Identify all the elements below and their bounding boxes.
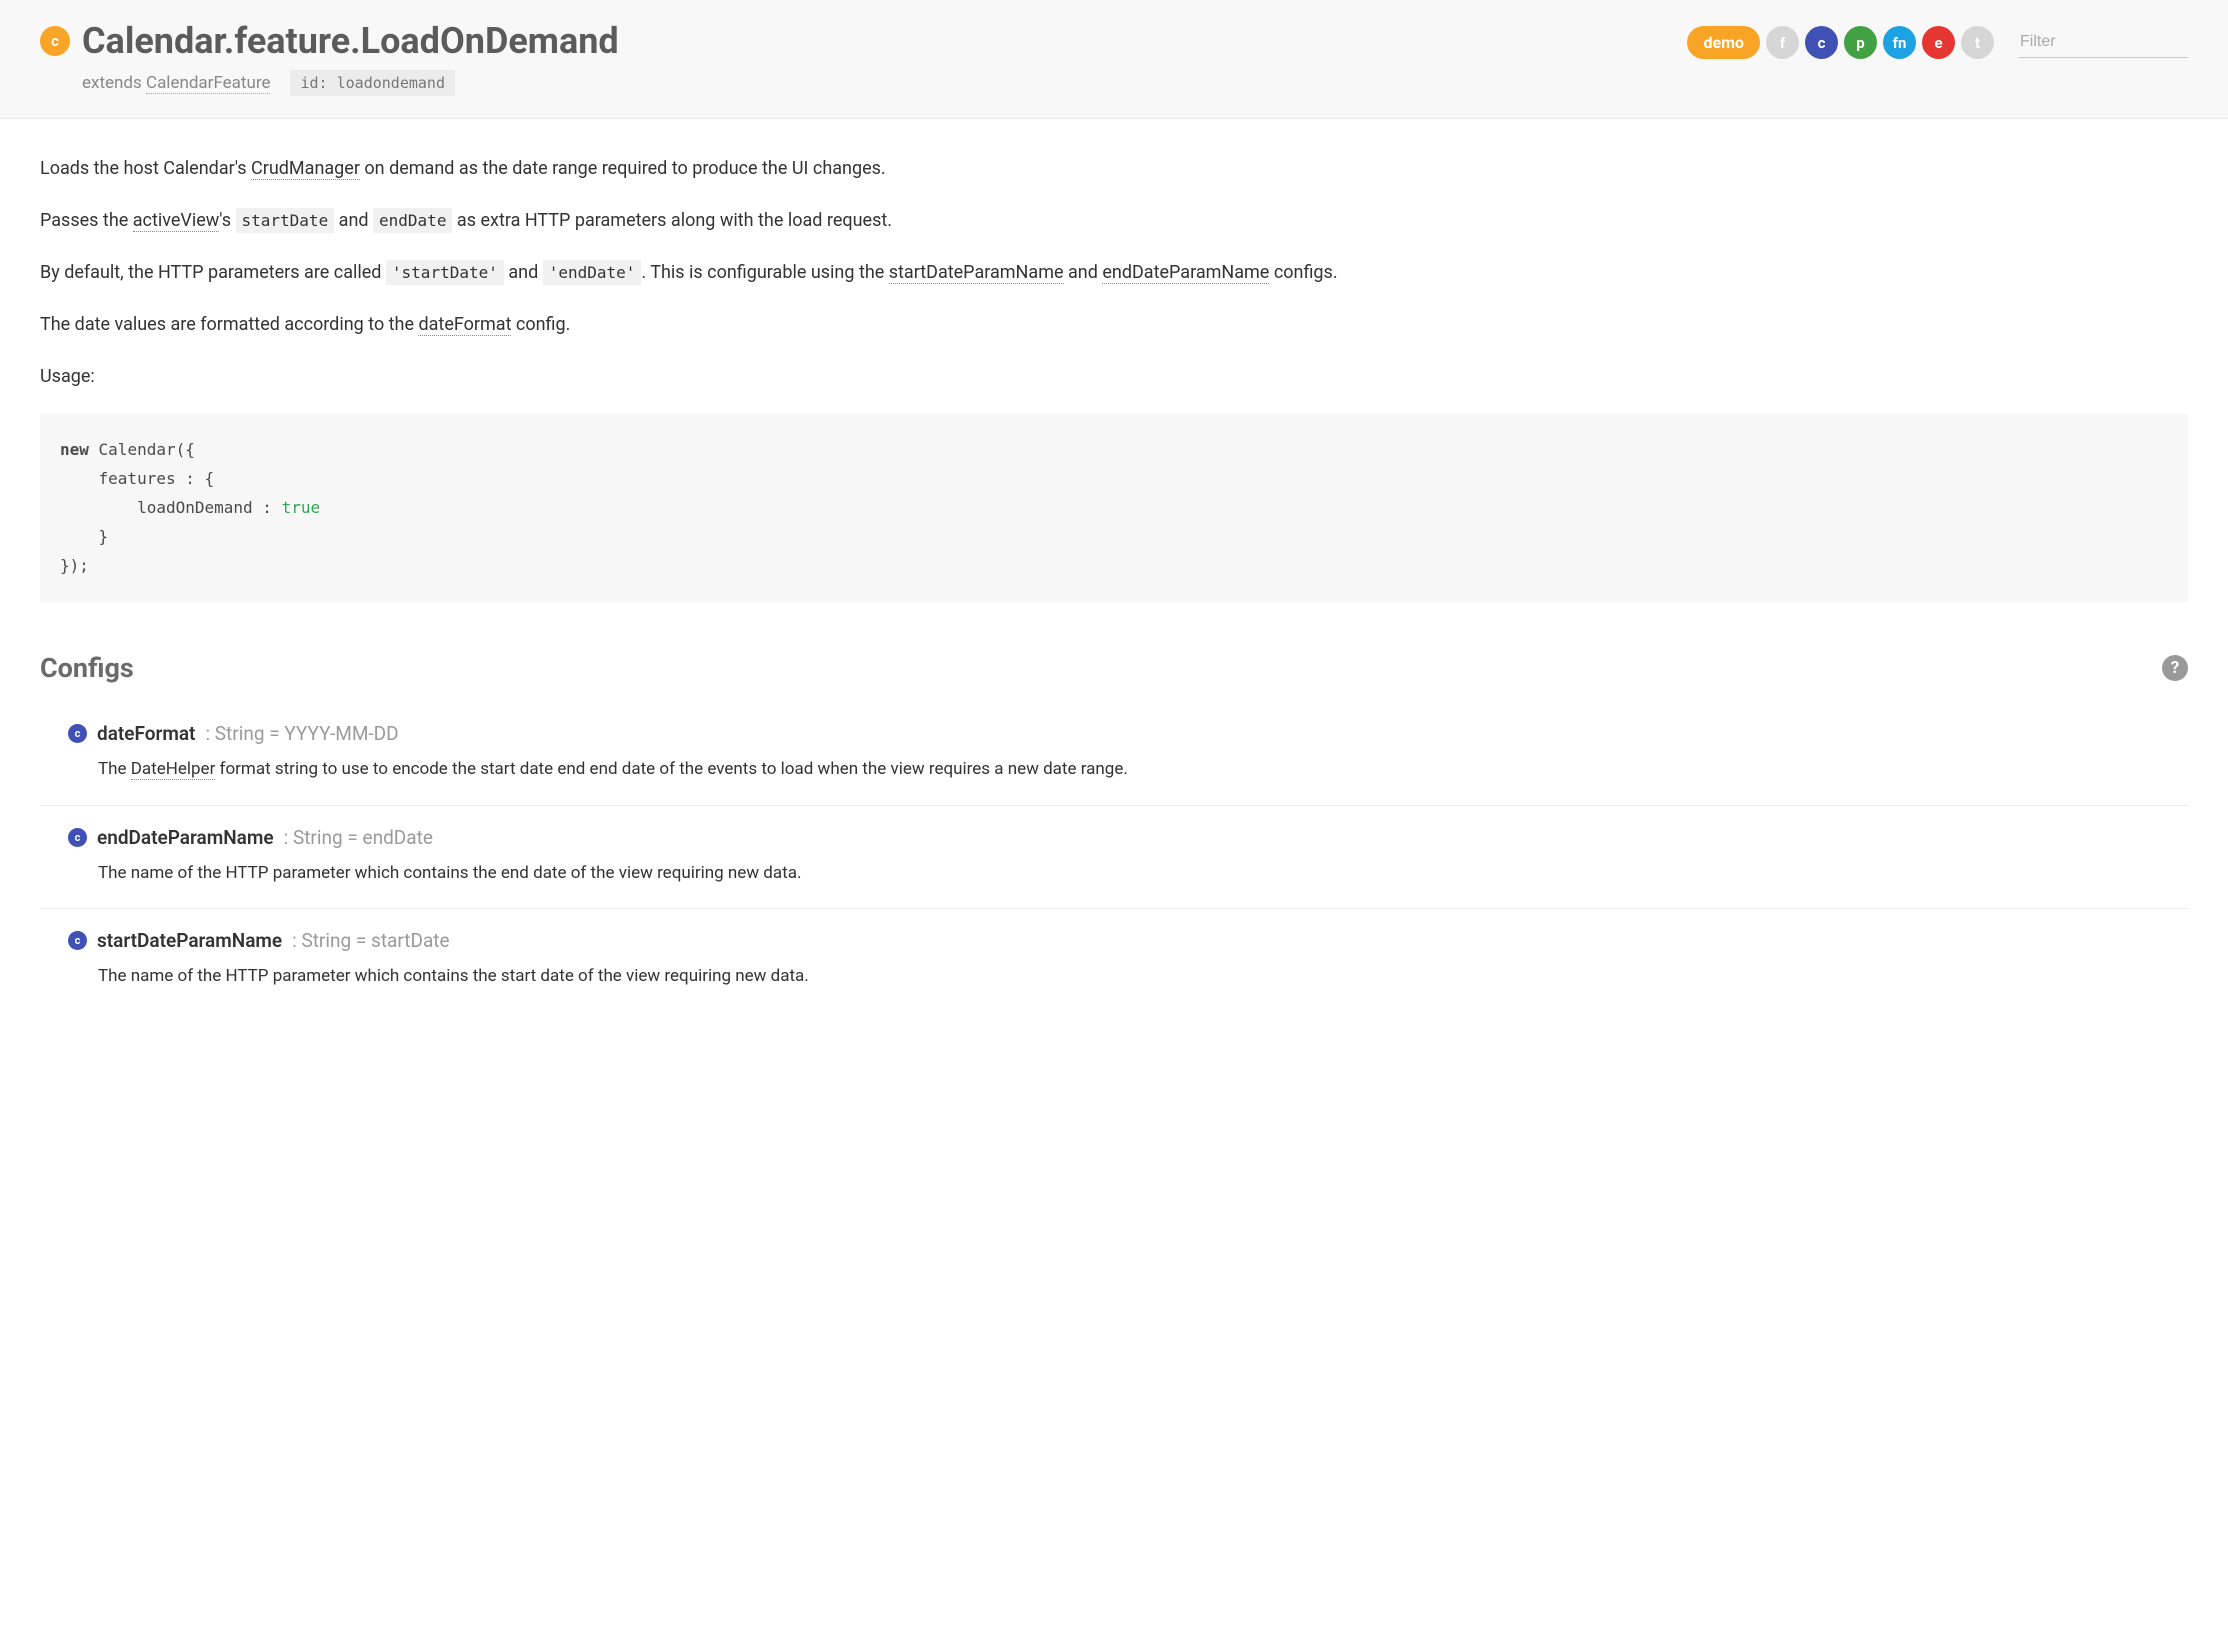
keyword: new — [60, 440, 89, 459]
text: and — [334, 210, 373, 231]
extends-link[interactable]: CalendarFeature — [146, 73, 270, 94]
extends-text: extends CalendarFeature — [82, 73, 270, 93]
startdateparamname-link[interactable]: startDateParamName — [889, 262, 1064, 284]
e-badge[interactable]: e — [1922, 26, 1955, 59]
text: 's — [219, 210, 235, 231]
code-line: features : { — [60, 465, 2168, 494]
text: and — [504, 262, 543, 283]
text: on demand as the date range required to … — [360, 158, 886, 179]
config-name: dateFormat — [97, 722, 195, 745]
activeview-link[interactable]: activeView — [133, 210, 220, 232]
code-line: }); — [60, 552, 2168, 581]
config-desc: The DateHelper format string to use to e… — [98, 757, 2188, 783]
desc-para-1: Loads the host Calendar's CrudManager on… — [40, 155, 2188, 183]
text: The date values are formatted according … — [40, 314, 418, 335]
desc-para-3: By default, the HTTP parameters are call… — [40, 259, 2188, 287]
extends-label: extends — [82, 73, 146, 93]
config-badge-icon: c — [68, 724, 87, 743]
f-badge[interactable]: f — [1766, 26, 1799, 59]
config-badge-icon: c — [68, 828, 87, 847]
text: and — [1064, 262, 1103, 283]
dateformat-link[interactable]: dateFormat — [418, 314, 511, 336]
text: configs. — [1269, 262, 1337, 283]
enddateparamname-link[interactable]: endDateParamName — [1102, 262, 1269, 284]
config-item-enddateparamname[interactable]: c endDateParamName : String = endDate Th… — [40, 806, 2188, 910]
p-badge[interactable]: p — [1844, 26, 1877, 59]
text: format string to use to encode the start… — [215, 759, 1128, 779]
config-header: c startDateParamName : String = startDat… — [68, 929, 2188, 952]
text: By default, the HTTP parameters are call… — [40, 262, 386, 283]
code-startdate-str: 'startDate' — [386, 260, 504, 285]
help-icon[interactable]: ? — [2162, 655, 2188, 681]
code-line: } — [60, 523, 2168, 552]
c-badge[interactable]: c — [1805, 26, 1838, 59]
code-line: new Calendar({ — [60, 436, 2168, 465]
datehelper-link[interactable]: DateHelper — [131, 759, 216, 780]
desc-para-5: Usage: — [40, 363, 2188, 391]
text: The — [98, 759, 131, 779]
config-type: : String = startDate — [292, 929, 449, 952]
text: Passes the — [40, 210, 133, 231]
boolean: true — [282, 498, 321, 517]
configs-list: c dateFormat : String = YYYY-MM-DD The D… — [40, 712, 2188, 1012]
config-badge-icon: c — [68, 931, 87, 950]
page-header: c Calendar.feature.LoadOnDemand extends … — [0, 0, 2228, 119]
title-row: c Calendar.feature.LoadOnDemand — [40, 20, 619, 62]
filter-input[interactable] — [2018, 27, 2188, 58]
config-header: c dateFormat : String = YYYY-MM-DD — [68, 722, 2188, 745]
crudmanager-link[interactable]: CrudManager — [251, 158, 360, 180]
config-type: : String = endDate — [284, 826, 433, 849]
config-desc: The name of the HTTP parameter which con… — [98, 964, 2188, 990]
config-desc: The name of the HTTP parameter which con… — [98, 861, 2188, 887]
text: config. — [511, 314, 570, 335]
text: . This is configurable using the — [641, 262, 888, 283]
text: Loads the host Calendar's — [40, 158, 251, 179]
text: Calendar({ — [89, 440, 195, 459]
code-block: new Calendar({ features : { loadOnDemand… — [40, 414, 2188, 602]
config-header: c endDateParamName : String = endDate — [68, 826, 2188, 849]
description: Loads the host Calendar's CrudManager on… — [40, 155, 2188, 390]
config-name: startDateParamName — [97, 929, 282, 952]
header-left: c Calendar.feature.LoadOnDemand extends … — [40, 20, 619, 96]
code-enddate: endDate — [373, 208, 452, 233]
badges-row: demo f c p fn e t — [1687, 26, 1994, 59]
text: as extra HTTP parameters along with the … — [452, 210, 892, 231]
configs-header-row: Configs ? — [40, 652, 2188, 684]
configs-title: Configs — [40, 652, 134, 684]
fn-badge[interactable]: fn — [1883, 26, 1916, 59]
code-line: loadOnDemand : true — [60, 494, 2168, 523]
config-type: : String = YYYY-MM-DD — [205, 722, 398, 745]
content: Loads the host Calendar's CrudManager on… — [0, 119, 2228, 1048]
page-title: Calendar.feature.LoadOnDemand — [82, 20, 619, 62]
text: loadOnDemand : — [60, 498, 282, 517]
id-tag: id: loadondemand — [290, 70, 455, 96]
config-item-dateformat[interactable]: c dateFormat : String = YYYY-MM-DD The D… — [40, 712, 2188, 806]
code-startdate: startDate — [236, 208, 335, 233]
header-right: demo f c p fn e t — [1687, 26, 2188, 59]
desc-para-4: The date values are formatted according … — [40, 311, 2188, 339]
demo-badge[interactable]: demo — [1687, 26, 1760, 59]
config-name: endDateParamName — [97, 826, 274, 849]
subtitle-row: extends CalendarFeature id: loadondemand — [82, 70, 619, 96]
t-badge[interactable]: t — [1961, 26, 1994, 59]
config-item-startdateparamname[interactable]: c startDateParamName : String = startDat… — [40, 909, 2188, 1012]
desc-para-2: Passes the activeView's startDate and en… — [40, 207, 2188, 235]
code-enddate-str: 'endDate' — [543, 260, 642, 285]
class-icon: c — [40, 26, 70, 56]
